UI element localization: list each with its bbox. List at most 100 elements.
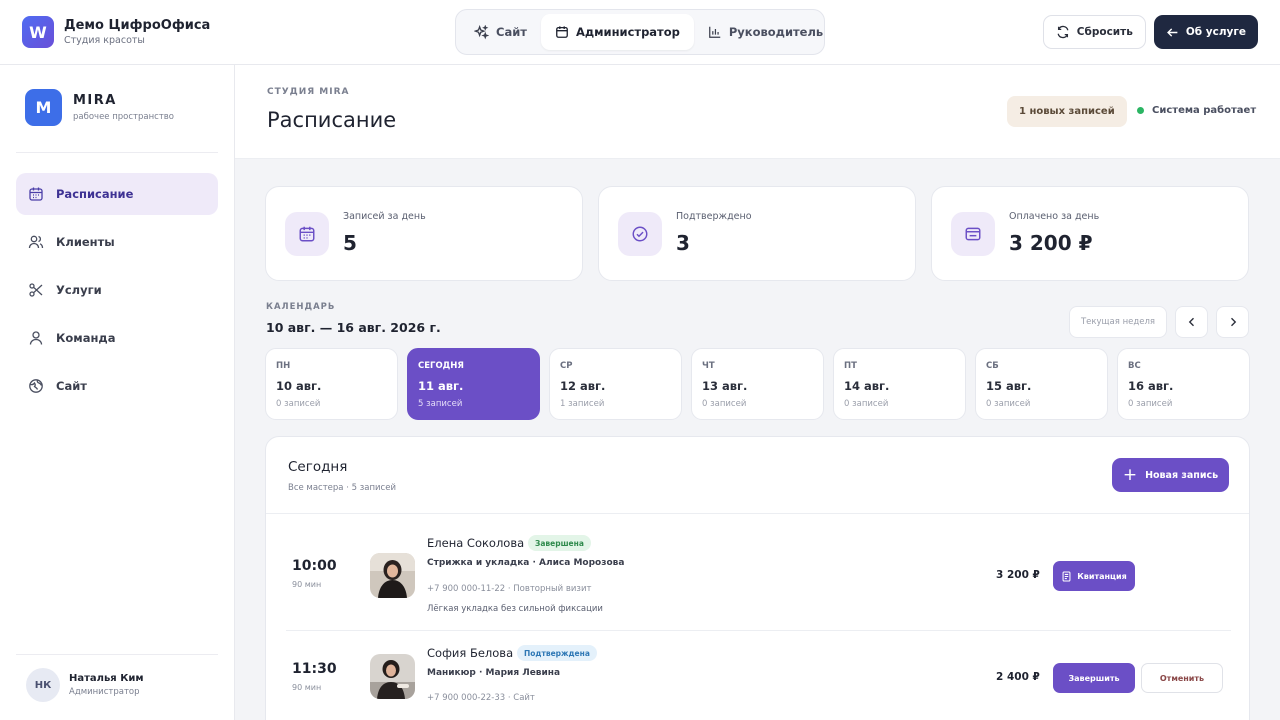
mode-tab-admin[interactable]: Администратор [540,14,694,50]
day-card-today[interactable]: СЕГОДНЯ 11 авг. 5 записей [407,348,540,420]
day-of-week: ПТ [844,361,857,371]
breadcrumb: СТУДИЯ MIRA [267,87,350,97]
stat-value: 5 [343,231,357,255]
client-photo [370,654,415,699]
client-name[interactable]: Елена Соколова [427,536,524,550]
page-header: СТУДИЯ MIRA Расписание 1 новых записей С… [235,65,1280,159]
mode-switch: Сайт Администратор Руководитель [455,9,825,55]
calendar-icon [29,187,43,201]
appointment-row[interactable]: 11:30 90 мин София Белова Подтверждена М… [286,631,1231,720]
cancel-button[interactable]: Отменить [1141,663,1223,693]
appointment-row[interactable]: 10:00 90 мин Елена Соколова Завершена Ст… [286,514,1231,631]
day-date: 10 авг. [276,379,322,393]
appointment-service: Маникюр · Мария Левина [427,668,561,678]
user-role: Администратор [69,687,140,697]
sidebar: M MIRA рабочее пространство Расписание К… [0,65,235,720]
day-count: 0 записей [702,399,747,409]
mode-tab-site[interactable]: Сайт [460,14,541,50]
sidebar-item-site[interactable]: Сайт [16,365,218,407]
workspace-switcher[interactable]: M MIRA рабочее пространство [25,89,174,126]
day-date: 13 авг. [702,379,748,393]
calendar-range: 10 авг. — 16 авг. 2026 г. [266,320,441,335]
receipt-button[interactable]: Квитанция [1053,561,1135,591]
page-title: Расписание [267,108,397,132]
prev-week-button[interactable] [1175,306,1208,338]
sidebar-item-clients[interactable]: Клиенты [16,221,218,263]
wallet-icon [951,212,995,256]
brand[interactable]: W Демо ЦифроОфиса Студия красоты [22,16,210,48]
sidebar-item-team[interactable]: Команда [16,317,218,359]
day-card-thu[interactable]: ЧТ 13 авг. 0 записей [691,348,824,420]
stat-label: Оплачено за день [1009,211,1100,222]
day-card-wed[interactable]: СР 12 авг. 1 записей [549,348,682,420]
brand-logo: W [22,16,54,48]
day-of-week: СР [560,361,573,371]
sidebar-item-services[interactable]: Услуги [16,269,218,311]
system-status-label: Система работает [1152,105,1257,116]
day-count: 0 записей [276,399,321,409]
appointment-duration: 90 мин [292,580,322,589]
mode-tab-label: Сайт [496,25,527,39]
brand-subtitle: Студия красоты [64,35,145,46]
check-circle-icon [618,212,662,256]
status-dot-icon [1137,107,1144,114]
client-name[interactable]: София Белова [427,646,513,660]
day-card-sun[interactable]: ВС 16 авг. 0 записей [1117,348,1250,420]
mode-tab-label: Администратор [575,25,680,39]
current-week-button[interactable]: Текущая неделя [1069,306,1167,338]
day-of-week: СБ [986,361,999,371]
workspace-name: MIRA [73,93,117,108]
day-of-week: ЧТ [702,361,715,371]
about-button[interactable]: Об услуге [1153,15,1258,49]
refresh-icon [1057,25,1069,39]
stat-label: Записей за день [343,211,426,222]
chevron-left-icon [1188,317,1194,327]
day-card-mon[interactable]: ПН 10 авг. 0 записей [265,348,398,420]
document-icon [1062,571,1071,581]
day-card-fri[interactable]: ПТ 14 авг. 0 записей [833,348,966,420]
workspace-subtitle: рабочее пространство [73,112,175,122]
users-icon [28,235,44,249]
sidebar-nav: Расписание Клиенты Услуги Команда Сайт [16,173,218,413]
stat-label: Подтверждено [676,211,752,222]
appointment-note: Лёгкая укладка без сильной фиксации [427,604,603,614]
user-icon [29,331,43,345]
calendar-icon [285,212,329,256]
day-of-week: ВС [1128,361,1141,371]
day-count: 0 записей [844,399,889,409]
day-count: 1 записей [560,399,605,409]
new-records-badge[interactable]: 1 новых записей [1007,96,1127,127]
workspace-logo: M [25,89,62,126]
bar-chart-icon [708,26,721,38]
globe-icon [29,379,43,393]
day-count: 0 записей [986,399,1031,409]
divider [16,654,218,655]
appointment-time: 10:00 [292,558,337,574]
mode-tab-label: Руководитель [728,25,824,39]
mode-tab-manager[interactable]: Руководитель [694,14,837,50]
finish-button[interactable]: Завершить [1053,663,1135,693]
scissors-icon [29,283,43,297]
next-week-button[interactable] [1216,306,1249,338]
day-date: 12 авг. [560,379,606,393]
new-record-button[interactable]: + Новая запись [1112,458,1229,492]
reset-button[interactable]: Сбросить [1042,15,1146,49]
appointment-price: 3 200 ₽ [996,569,1040,581]
new-record-label: Новая запись [1145,469,1219,481]
sidebar-item-label: Услуги [56,283,102,297]
appointments-panel: Сегодня Все мастера · 5 записей + Новая … [265,436,1250,720]
client-photo [370,553,415,598]
stat-value: 3 [676,231,690,255]
arrow-left-icon [1166,27,1178,37]
day-of-week: ПН [276,361,291,371]
current-user[interactable]: НК Наталья Ким Администратор [26,668,144,702]
calendar-label: КАЛЕНДАРЬ [266,302,336,312]
sidebar-item-label: Команда [56,331,116,345]
day-card-sat[interactable]: СБ 15 авг. 0 записей [975,348,1108,420]
sidebar-item-schedule[interactable]: Расписание [16,173,218,215]
stat-card-confirmed: Подтверждено 3 [598,186,916,281]
reset-label: Сбросить [1076,26,1133,38]
sidebar-item-label: Клиенты [56,235,115,249]
appointment-phone: +7 900 000-22-33 · Сайт [427,693,535,703]
status-badge: Подтверждена [517,645,597,661]
